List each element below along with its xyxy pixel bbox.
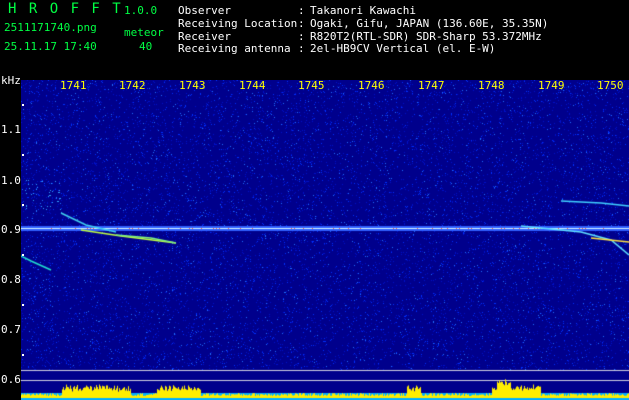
y-tick-label: 0.9: [1, 223, 21, 236]
y-axis-unit: kHz: [1, 74, 21, 87]
y-tick-mark: [22, 104, 24, 106]
observer-value: Takanori Kawachi: [310, 4, 416, 17]
spectrogram-plot: [21, 80, 629, 400]
x-tick-label: 1741: [60, 79, 87, 92]
app-version: 1.0.0: [124, 4, 158, 17]
y-tick-mark: [22, 154, 24, 156]
x-tick-label: 1749: [538, 79, 565, 92]
x-tick-label: 1747: [418, 79, 445, 92]
meteor-label: meteor: [124, 26, 164, 39]
x-tick-label: 1750: [597, 79, 624, 92]
y-tick-mark: [22, 204, 24, 206]
observer-sep: :: [298, 4, 305, 17]
x-tick-label: 1743: [179, 79, 206, 92]
y-tick-label: 0.6: [1, 373, 21, 386]
location-value: Ogaki, Gifu, JAPAN (136.60E, 35.35N): [310, 17, 549, 30]
y-tick-mark: [22, 354, 24, 356]
antenna-sep: :: [298, 42, 305, 55]
location-label: Receiving Location: [178, 17, 298, 30]
meteor-count: 40: [139, 40, 153, 53]
observer-label: Observer: [178, 4, 231, 17]
x-tick-label: 1745: [298, 79, 325, 92]
x-tick-label: 1744: [239, 79, 266, 92]
y-tick-label: 1.1: [1, 123, 21, 136]
y-tick-mark: [22, 254, 24, 256]
image-filename: 2511171740.png: [4, 21, 97, 34]
location-sep: :: [298, 17, 305, 30]
y-tick-mark: [22, 304, 24, 306]
observation-datetime: 25.11.17 17:40: [4, 40, 97, 53]
y-tick-label: 1.0: [1, 174, 21, 187]
x-tick-label: 1748: [478, 79, 505, 92]
y-tick-label: 0.7: [1, 323, 21, 336]
antenna-value: 2el-HB9CV Vertical (el. E-W): [310, 42, 496, 55]
app-title: H R O F F T: [8, 1, 123, 17]
x-tick-label: 1746: [358, 79, 385, 92]
x-tick-label: 1742: [119, 79, 146, 92]
antenna-label: Receiving antenna: [178, 42, 291, 55]
y-tick-label: 0.8: [1, 273, 21, 286]
